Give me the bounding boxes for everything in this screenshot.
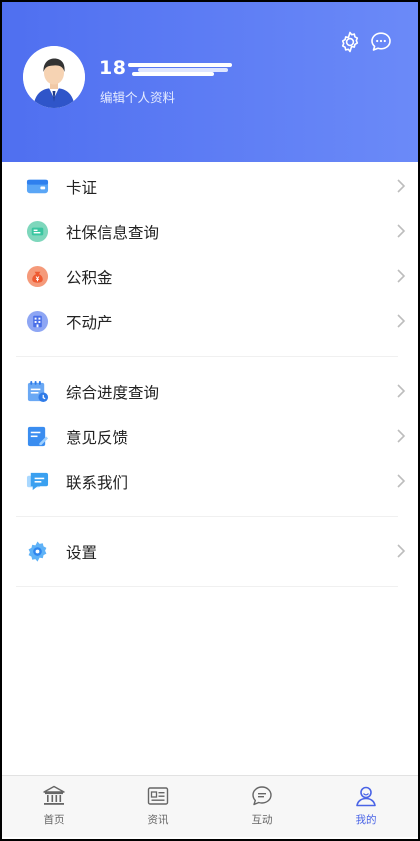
menu-item-contact-us[interactable]: 联系我们 [2, 459, 418, 504]
message-icon[interactable] [369, 30, 393, 54]
tab-mine[interactable]: 我的 [314, 776, 418, 837]
bottom-tab-bar: 首页 资讯 互动 我的 [2, 775, 418, 837]
menu-item-label: 公积金 [66, 268, 113, 287]
contact-icon [26, 472, 49, 491]
menu-item-card[interactable]: 卡证 [2, 164, 418, 209]
menu-list: 卡证 社保信息查询 公积金 不动产 综合进度查询 意见反馈 联系我们 设置 [2, 164, 418, 599]
user-icon [356, 786, 376, 807]
money-bag-icon [26, 265, 49, 288]
chevron-right-icon [397, 384, 406, 398]
tab-home[interactable]: 首页 [2, 776, 106, 837]
card-icon [26, 179, 49, 194]
chevron-right-icon [397, 224, 406, 238]
menu-item-label: 综合进度查询 [66, 383, 160, 402]
chevron-right-icon [397, 269, 406, 283]
edit-profile-link[interactable]: 编辑个人资料 [100, 87, 175, 106]
bank-icon [43, 785, 65, 805]
menu-item-label: 社保信息查询 [66, 223, 160, 242]
group-separator [2, 344, 418, 369]
menu-item-label: 不动产 [66, 313, 113, 332]
chevron-right-icon [397, 429, 406, 443]
settings-icon [28, 541, 47, 562]
chevron-right-icon [397, 544, 406, 558]
menu-item-real-estate[interactable]: 不动产 [2, 299, 418, 344]
menu-item-housing-fund[interactable]: 公积金 [2, 254, 418, 299]
avatar[interactable] [23, 46, 85, 108]
menu-item-label: 联系我们 [66, 473, 129, 492]
building-icon [26, 310, 49, 333]
menu-item-progress-query[interactable]: 综合进度查询 [2, 369, 418, 414]
phone-number: 18 [99, 56, 233, 80]
tab-label: 我的 [355, 814, 377, 826]
menu-item-label: 设置 [66, 543, 98, 562]
tab-label: 互动 [251, 814, 273, 826]
profile-header: 18 编辑个人资料 [2, 2, 418, 162]
tab-label: 首页 [43, 814, 65, 826]
group-separator [2, 574, 418, 599]
group-separator [2, 504, 418, 529]
gear-icon[interactable] [338, 30, 362, 54]
menu-item-label: 意见反馈 [66, 428, 129, 447]
avatar-image [23, 46, 85, 108]
news-icon [147, 787, 169, 805]
menu-item-feedback[interactable]: 意见反馈 [2, 414, 418, 459]
social-security-icon [26, 220, 49, 243]
menu-item-label: 卡证 [66, 178, 98, 197]
phone-number-redaction [128, 60, 233, 76]
phone-number-prefix: 18 [99, 57, 127, 79]
chevron-right-icon [397, 474, 406, 488]
chat-icon [252, 786, 272, 806]
progress-query-icon [27, 380, 49, 403]
tab-label: 资讯 [147, 814, 169, 826]
chevron-right-icon [397, 179, 406, 193]
menu-item-settings[interactable]: 设置 [2, 529, 418, 574]
menu-item-social-security[interactable]: 社保信息查询 [2, 209, 418, 254]
chevron-right-icon [397, 314, 406, 328]
feedback-icon [27, 426, 49, 447]
tab-news[interactable]: 资讯 [106, 776, 210, 837]
tab-interaction[interactable]: 互动 [210, 776, 314, 837]
app-screen: 18 编辑个人资料 卡证 社保信息查询 公积金 不动产 综合进度查询 意见反馈 … [0, 0, 420, 841]
